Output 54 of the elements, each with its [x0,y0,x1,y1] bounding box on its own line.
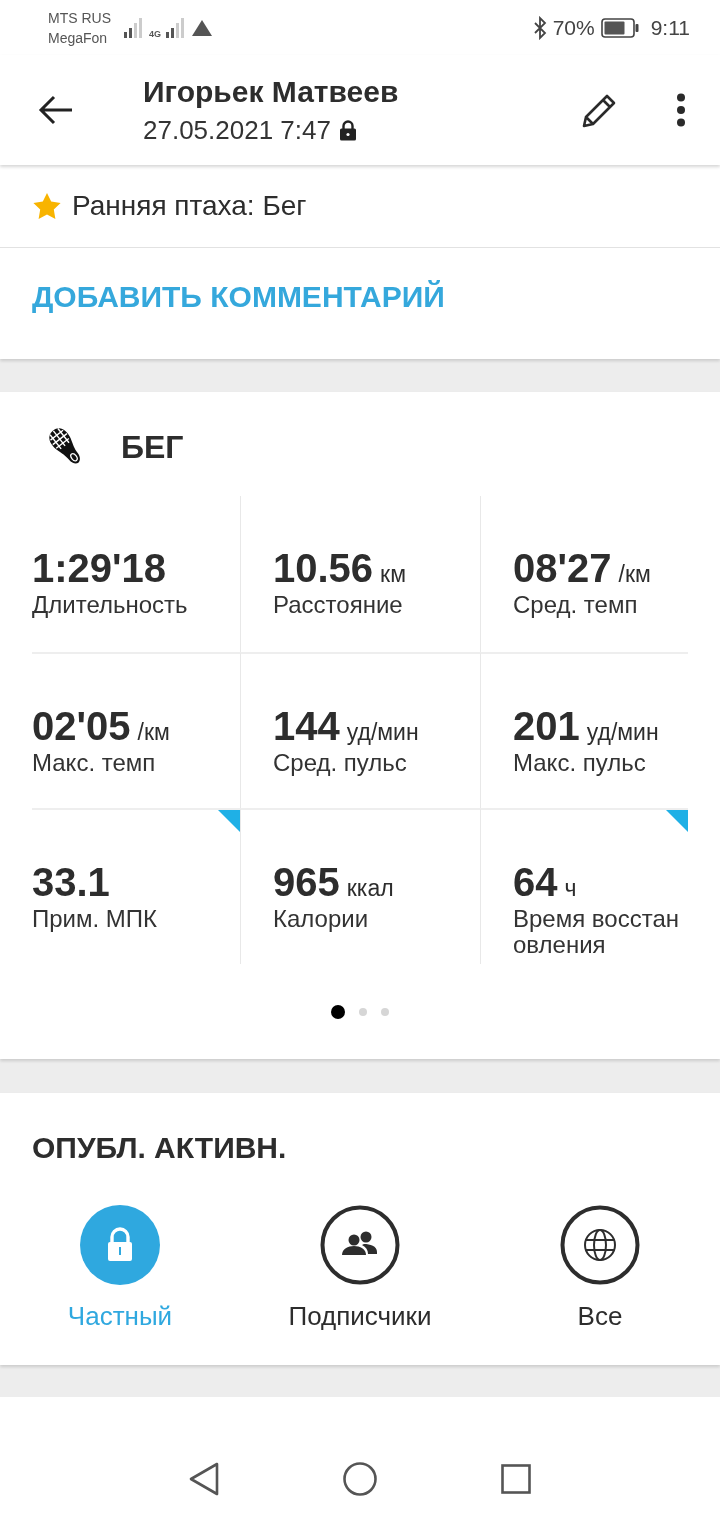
stat-value: 64 [513,860,558,904]
stat-unit: км [380,561,406,588]
privacy-option[interactable]: Подписчики [288,1205,432,1331]
network-type: 4G [149,28,161,39]
section-title: ОПУБЛ. АКТИВН. [32,1131,287,1165]
workout-date: 27.05.2021 7:47 [143,115,331,145]
triangle-icon [191,18,213,37]
stat-label: Длительность [32,592,189,618]
carrier-name: MegaFon [48,29,109,46]
back-arrow-icon[interactable] [38,95,74,125]
recent-apps-icon[interactable] [501,1463,531,1494]
back-icon[interactable] [189,1461,219,1496]
stat-value: 144 [273,704,340,748]
stat-label: Калории [273,906,370,932]
stat-label: Макс. темп [32,750,157,776]
stat-value: 1:29'18 [32,546,167,590]
lock-icon [80,1205,160,1285]
stat-label: Прим. МПК [32,906,159,932]
stat-label: Макс. пульс [513,750,647,776]
stat-label: Расстояние [273,592,404,618]
star-icon [32,191,62,221]
signal-icon [165,16,187,39]
stat-value: 965 [273,860,340,904]
stat-unit: ч [564,875,577,902]
battery-icon [600,17,639,38]
carrier-name: MTS RUS [48,9,111,26]
stat-label: Сред. пульс [273,750,408,776]
page-dot[interactable] [359,1007,367,1016]
stat-unit: уд/мин [586,719,659,746]
more-options-icon[interactable] [676,93,686,127]
stat-label: Сред. темп [513,592,639,618]
stat-unit: ккал [346,875,394,902]
stat-unit: уд/мин [346,719,419,746]
stat-value: 02'05 [32,704,131,748]
battery-percent: 70% [552,15,595,40]
stat-value: 201 [513,704,580,748]
people-icon [320,1205,400,1285]
activity-name: БЕГ [121,428,184,466]
page-dot[interactable] [381,1007,389,1016]
globe-icon [560,1205,640,1285]
stat-value: 10.56 [273,546,374,590]
home-icon[interactable] [343,1461,377,1496]
bluetooth-icon [532,15,547,40]
stat-unit: /км [137,719,170,746]
stat-unit: /км [618,561,651,588]
stat-value: 08'27 [513,546,612,590]
signal-icon [123,16,145,39]
stat-label: Время восстановления [513,906,681,958]
user-name: Игорьек Матвеев [143,75,399,109]
achievement-text: Ранняя птаха: Бег [72,190,307,222]
stat-value: 33.1 [32,860,110,904]
page-dot[interactable] [331,1004,345,1019]
clock-time: 9:11 [650,15,690,40]
privacy-option[interactable]: Все [560,1205,640,1331]
